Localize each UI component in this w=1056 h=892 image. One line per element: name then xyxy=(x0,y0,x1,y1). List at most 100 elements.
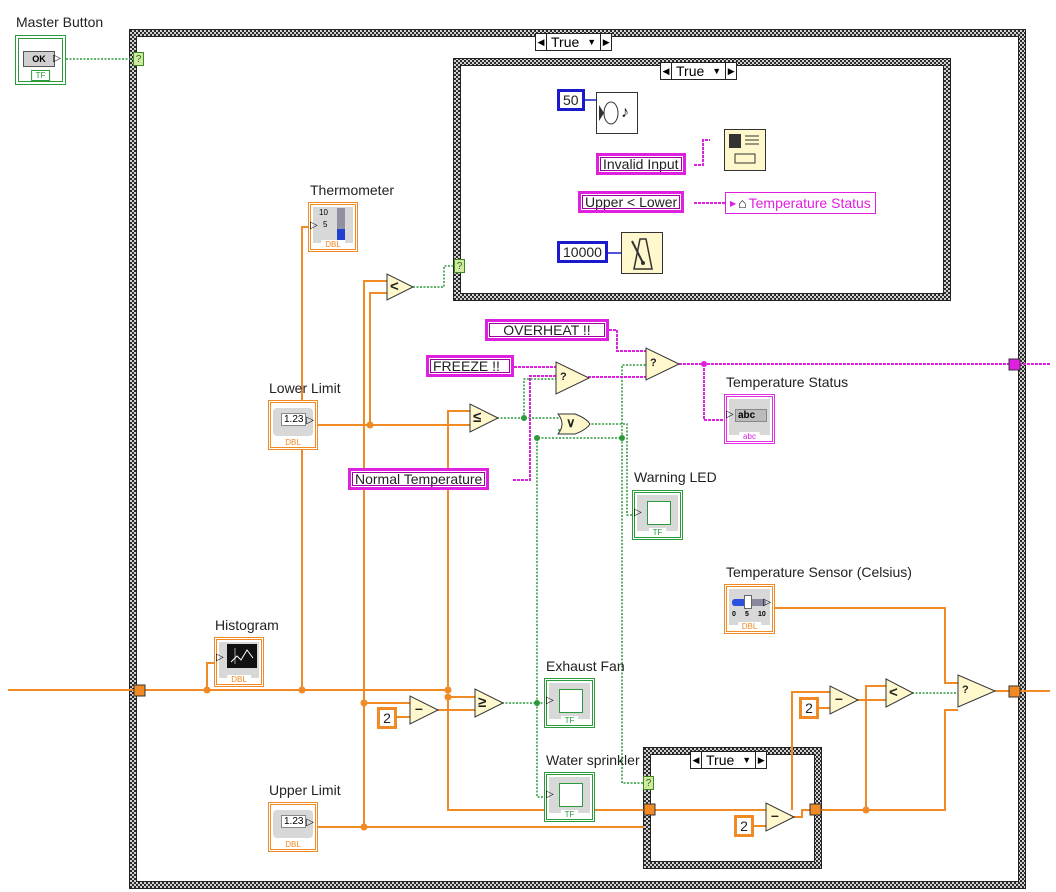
slider-thumb xyxy=(744,595,752,609)
string-display: abc xyxy=(735,409,767,422)
temperature-status-label: Temperature Status xyxy=(726,374,849,390)
wire-ge-to-select2 xyxy=(621,364,646,438)
local-variable-label: Temperature Status xyxy=(748,195,871,211)
tick-0: 0 xyxy=(732,611,736,618)
thermometer-terminal[interactable]: 10 5 ▷ DBL xyxy=(308,202,358,252)
decrement-arrow-icon[interactable]: ◀ xyxy=(691,752,701,768)
thermometer-label: Thermometer xyxy=(310,182,395,198)
dialog-box-icon[interactable] xyxy=(724,129,766,171)
type-tag: TF xyxy=(30,70,51,81)
input-arrow-icon: ▷ xyxy=(546,695,554,706)
wire-lower-to-lt xyxy=(369,292,387,425)
case-value: True xyxy=(706,752,735,768)
increment-arrow-icon[interactable]: ▶ xyxy=(601,34,612,50)
histogram-label: Histogram xyxy=(215,617,279,633)
less-than-glyph: < xyxy=(390,278,399,295)
tunnel-right-output[interactable] xyxy=(1008,685,1021,698)
histogram-terminal[interactable]: ▷ DBL xyxy=(214,637,264,687)
inner-case-structure-top[interactable] xyxy=(453,58,951,301)
wire-le-to-select1 xyxy=(523,378,556,418)
select-glyph-freeze: ? xyxy=(560,371,567,383)
increment-arrow-icon[interactable]: ▶ xyxy=(756,752,767,768)
tick-5: 5 xyxy=(745,611,749,618)
wire-temp-to-le xyxy=(447,410,470,690)
inner-top-case-selector[interactable]: ◀ True ▼ ▶ xyxy=(660,62,738,80)
tunnel-inner-out[interactable] xyxy=(809,803,822,816)
freeze-constant[interactable]: FREEZE !! xyxy=(426,355,514,377)
greater-equal-glyph: ≥ xyxy=(478,694,487,711)
type-tag: abc xyxy=(739,432,760,441)
normal-temperature-constant[interactable]: Normal Temperature xyxy=(348,468,490,490)
tick-10: 10 xyxy=(319,208,328,217)
invalid-input-constant[interactable]: Invalid Input xyxy=(596,153,686,175)
output-arrow-icon: ▷ xyxy=(306,817,314,828)
tunnel-inner-in[interactable] xyxy=(643,803,656,816)
warning-led-terminal[interactable]: ▷ TF xyxy=(632,490,683,540)
inner-bottom-case-selector[interactable]: ◀ True ▼ ▶ xyxy=(690,751,768,769)
type-tag: TF xyxy=(648,528,667,537)
inner-bottom-case-selector-terminal[interactable]: ? xyxy=(643,776,654,790)
decrement-arrow-icon[interactable]: ◀ xyxy=(661,63,671,79)
wire-upper-to-lt xyxy=(363,280,387,827)
numeric-display: 1.23 xyxy=(281,413,307,426)
master-button-label: Master Button xyxy=(16,14,104,30)
subtract-glyph-a: – xyxy=(415,700,423,716)
type-tag: TF xyxy=(560,716,579,725)
input-arrow-icon: ▷ xyxy=(310,220,318,231)
tunnel-right-status[interactable] xyxy=(1008,358,1021,371)
type-tag: DBL xyxy=(321,240,345,249)
lower-limit-terminal[interactable]: 1.23 ▷ DBL xyxy=(268,400,318,450)
led-face xyxy=(559,783,583,807)
block-diagram-canvas xyxy=(8,29,1050,889)
overheat-constant[interactable]: OVERHEAT !! xyxy=(485,319,609,341)
wire-overheat xyxy=(609,329,646,352)
upper-limit-terminal[interactable]: 1.23 ▷ DBL xyxy=(268,802,318,852)
less-equal-glyph: ≤ xyxy=(473,409,482,426)
outer-case-selector[interactable]: ◀ True ▼ ▶ xyxy=(535,33,613,51)
temperature-status-terminal[interactable]: abc ▷ abc xyxy=(724,394,775,444)
wire-normal xyxy=(513,375,556,481)
input-arrow-icon: ▷ xyxy=(726,409,734,420)
upper-limit-label: Upper Limit xyxy=(269,782,341,798)
triangle-icon: ▶ xyxy=(730,198,737,208)
water-sprinkler-terminal[interactable]: ▷ TF xyxy=(544,772,595,822)
temperature-sensor-terminal[interactable]: 0 5 10 ▷ DBL xyxy=(724,584,775,634)
type-tag: DBL xyxy=(737,622,762,631)
inner-top-case-selector-terminal[interactable]: ? xyxy=(454,259,465,273)
wait-metronome-icon[interactable] xyxy=(621,232,663,274)
numeric-constant-2-a[interactable]: 2 xyxy=(377,707,397,729)
wire-inner-out xyxy=(821,709,958,811)
upper-lower-constant[interactable]: Upper < Lower xyxy=(578,191,685,213)
outer-case-selector-terminal[interactable]: ? xyxy=(133,52,144,66)
temperature-sensor-label: Temperature Sensor (Celsius) xyxy=(726,564,912,580)
warning-led-label: Warning LED xyxy=(634,469,717,485)
master-button-terminal[interactable]: OK ▷ TF xyxy=(15,35,66,85)
beep-icon[interactable]: ♪ xyxy=(596,92,638,134)
case-value: True xyxy=(551,34,580,50)
exhaust-fan-terminal[interactable]: ▷ TF xyxy=(544,678,595,728)
dropdown-arrow-icon[interactable]: ▼ xyxy=(742,755,751,765)
increment-arrow-icon[interactable]: ▶ xyxy=(726,63,737,79)
exhaust-fan-label: Exhaust Fan xyxy=(546,658,625,674)
temperature-status-local-variable[interactable]: ▶ ⌂ Temperature Status xyxy=(725,192,876,214)
numeric-constant-2-b[interactable]: 2 xyxy=(734,815,754,837)
output-arrow-icon: ▷ xyxy=(53,53,61,64)
wire-to-thermometer xyxy=(301,226,310,690)
wait-ms-constant[interactable]: 10000 xyxy=(557,241,608,263)
decrement-arrow-icon[interactable]: ◀ xyxy=(536,34,546,50)
ok-button-face: OK xyxy=(23,51,55,67)
input-arrow-icon: ▷ xyxy=(634,507,642,518)
beep-frequency-constant[interactable]: 50 xyxy=(557,89,585,111)
dropdown-arrow-icon[interactable]: ▼ xyxy=(712,66,721,76)
type-tag: DBL xyxy=(281,840,305,849)
led-face xyxy=(559,689,583,713)
numeric-constant-2-c[interactable]: 2 xyxy=(799,697,819,719)
select-glyph-output: ? xyxy=(962,684,969,696)
wire-sensor xyxy=(774,607,958,684)
dropdown-arrow-icon[interactable]: ▼ xyxy=(587,37,596,47)
type-tag: DBL xyxy=(281,438,305,447)
select-glyph-overheat: ? xyxy=(650,357,657,369)
led-face xyxy=(647,501,671,525)
or-glyph: ∨ xyxy=(566,415,576,430)
tunnel-left-input[interactable] xyxy=(133,684,146,697)
